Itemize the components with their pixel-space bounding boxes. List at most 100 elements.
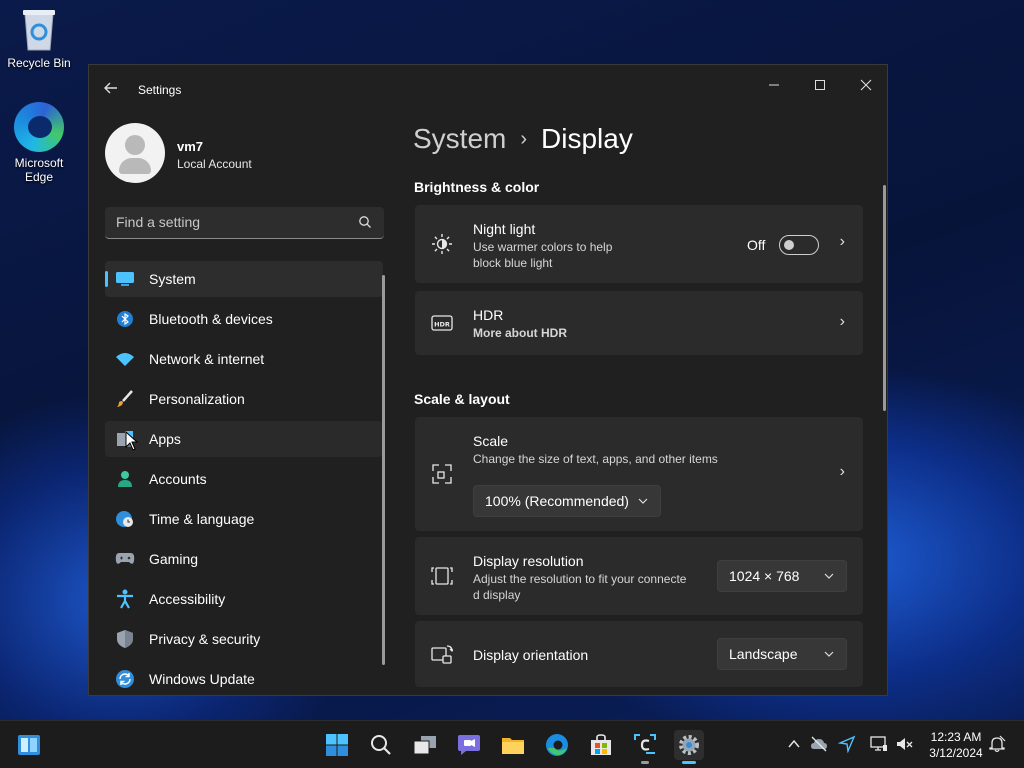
location-icon[interactable]	[838, 735, 856, 753]
night-light-icon	[432, 234, 452, 254]
breadcrumb-separator: ›	[520, 127, 528, 150]
clock[interactable]: 12:23 AM 3/12/2024	[920, 729, 992, 761]
sidebar-item-label: Apps	[149, 431, 181, 447]
file-explorer-icon	[502, 738, 524, 754]
edge-icon	[14, 102, 64, 152]
onedrive-offline-icon[interactable]	[810, 735, 828, 753]
chevron-right-icon: ›	[839, 313, 845, 330]
hdr-badge-text: HDR	[434, 321, 450, 329]
scale-card[interactable]: Scale Change the size of text, apps, and…	[415, 417, 863, 531]
store-button[interactable]	[586, 730, 616, 760]
sidebar-item-windows-update[interactable]: Windows Update	[105, 661, 383, 695]
chat-icon	[458, 735, 480, 755]
night-light-subtitle-1: Use warmer colors to help	[473, 240, 613, 254]
resolution-dropdown[interactable]: 1024 × 768	[717, 560, 847, 592]
resolution-title: Display resolution	[473, 553, 584, 569]
taskbar-search-button[interactable]	[366, 730, 396, 760]
chevron-down-icon	[824, 651, 834, 657]
settings-taskbar-button[interactable]	[674, 730, 704, 764]
maximize-icon	[815, 80, 825, 90]
file-explorer-button[interactable]	[498, 730, 528, 760]
sidebar-item-privacy-security[interactable]: Privacy & security	[105, 621, 383, 657]
night-light-title: Night light	[473, 221, 536, 237]
update-icon	[115, 669, 135, 689]
maximize-button[interactable]	[800, 71, 840, 101]
night-light-state: Off	[747, 237, 766, 253]
widgets-icon	[18, 735, 40, 755]
user-name: vm7	[177, 139, 204, 154]
task-view-button[interactable]	[410, 730, 440, 760]
snipping-tool-button[interactable]	[630, 730, 660, 764]
chevron-up-icon[interactable]	[788, 739, 800, 749]
edge-label: Microsoft Edge	[14, 156, 64, 184]
scale-dropdown[interactable]: 100% (Recommended)	[473, 485, 661, 517]
sidebar-item-time-language[interactable]: Time & language	[105, 501, 383, 537]
sidebar-item-label: Bluetooth & devices	[149, 311, 273, 327]
sidebar-item-label: Accessibility	[149, 591, 226, 607]
night-light-toggle[interactable]	[779, 235, 819, 255]
breadcrumb: System › Display	[413, 123, 633, 155]
search-input[interactable]	[116, 214, 346, 230]
sidebar-item-label: Gaming	[149, 551, 199, 567]
sidebar-item-personalization[interactable]: Personalization	[105, 381, 383, 417]
edge-taskbar-button[interactable]	[542, 730, 572, 760]
search-icon	[371, 735, 391, 755]
sidebar-item-accessibility[interactable]: Accessibility	[105, 581, 383, 617]
store-icon	[591, 734, 611, 755]
hdr-link[interactable]: More about HDR	[473, 325, 567, 341]
sidebar-item-gaming[interactable]: Gaming	[105, 541, 383, 577]
accessibility-icon	[115, 589, 135, 609]
notification-bell-icon[interactable]	[988, 735, 1006, 753]
sidebar-item-label: System	[149, 271, 196, 287]
search-box[interactable]	[105, 207, 384, 239]
window-title: Settings	[138, 83, 182, 97]
page-title: Display	[541, 123, 633, 154]
back-button[interactable]	[103, 80, 123, 100]
orientation-dropdown[interactable]: Landscape	[717, 638, 847, 670]
resolution-icon	[431, 567, 453, 585]
gamepad-icon	[115, 549, 135, 569]
edge-icon	[546, 734, 568, 756]
recycle-bin-desktop-icon[interactable]: Recycle Bin	[1, 6, 77, 70]
hdr-card[interactable]: HDR HDR More about HDR ›	[415, 291, 863, 355]
sidebar-scrollbar[interactable]	[382, 275, 385, 665]
night-light-subtitle-2: block blue light	[473, 256, 553, 270]
settings-window: Settings vm7 Local Account System Blueto…	[88, 64, 888, 696]
sidebar-item-accounts[interactable]: Accounts	[105, 461, 383, 497]
widgets-button[interactable]	[14, 730, 44, 760]
breadcrumb-parent[interactable]: System	[413, 123, 506, 155]
brush-icon	[115, 389, 135, 409]
sidebar-item-label: Time & language	[149, 511, 255, 527]
chat-button[interactable]	[454, 730, 484, 760]
resolution-value: 1024 × 768	[729, 568, 800, 584]
sidebar-item-bluetooth[interactable]: Bluetooth & devices	[105, 301, 383, 337]
section-heading-brightness: Brightness & color	[414, 179, 540, 195]
minimize-button[interactable]	[754, 71, 794, 101]
avatar	[105, 123, 165, 183]
main-scrollbar[interactable]	[883, 185, 886, 411]
hdr-icon: HDR	[431, 315, 453, 331]
arrow-left-icon	[104, 82, 117, 94]
network-wired-icon[interactable]	[870, 735, 888, 753]
sidebar-item-label: Network & internet	[149, 351, 265, 367]
close-icon	[860, 79, 872, 91]
orientation-icon	[431, 645, 453, 664]
chevron-right-icon: ›	[839, 463, 845, 480]
start-button[interactable]	[322, 730, 352, 760]
night-light-card[interactable]: Night light Use warmer colors to help bl…	[415, 205, 863, 283]
sidebar-item-network[interactable]: Network & internet	[105, 341, 383, 377]
task-view-icon	[413, 736, 436, 755]
sidebar-item-system[interactable]: System	[105, 261, 383, 297]
shield-icon	[115, 629, 135, 649]
volume-muted-icon[interactable]	[896, 735, 914, 753]
scale-title: Scale	[473, 433, 509, 449]
display-resolution-card: Display resolution Adjust the resolution…	[415, 537, 863, 615]
close-button[interactable]	[846, 71, 886, 101]
profile[interactable]	[105, 123, 165, 183]
sidebar-item-apps[interactable]: Apps	[105, 421, 383, 457]
minimize-icon	[769, 84, 779, 86]
edge-desktop-icon[interactable]: Microsoft Edge	[1, 102, 77, 184]
search-icon	[359, 216, 371, 228]
account-type: Local Account	[177, 157, 252, 171]
mouse-cursor-icon	[125, 431, 139, 451]
